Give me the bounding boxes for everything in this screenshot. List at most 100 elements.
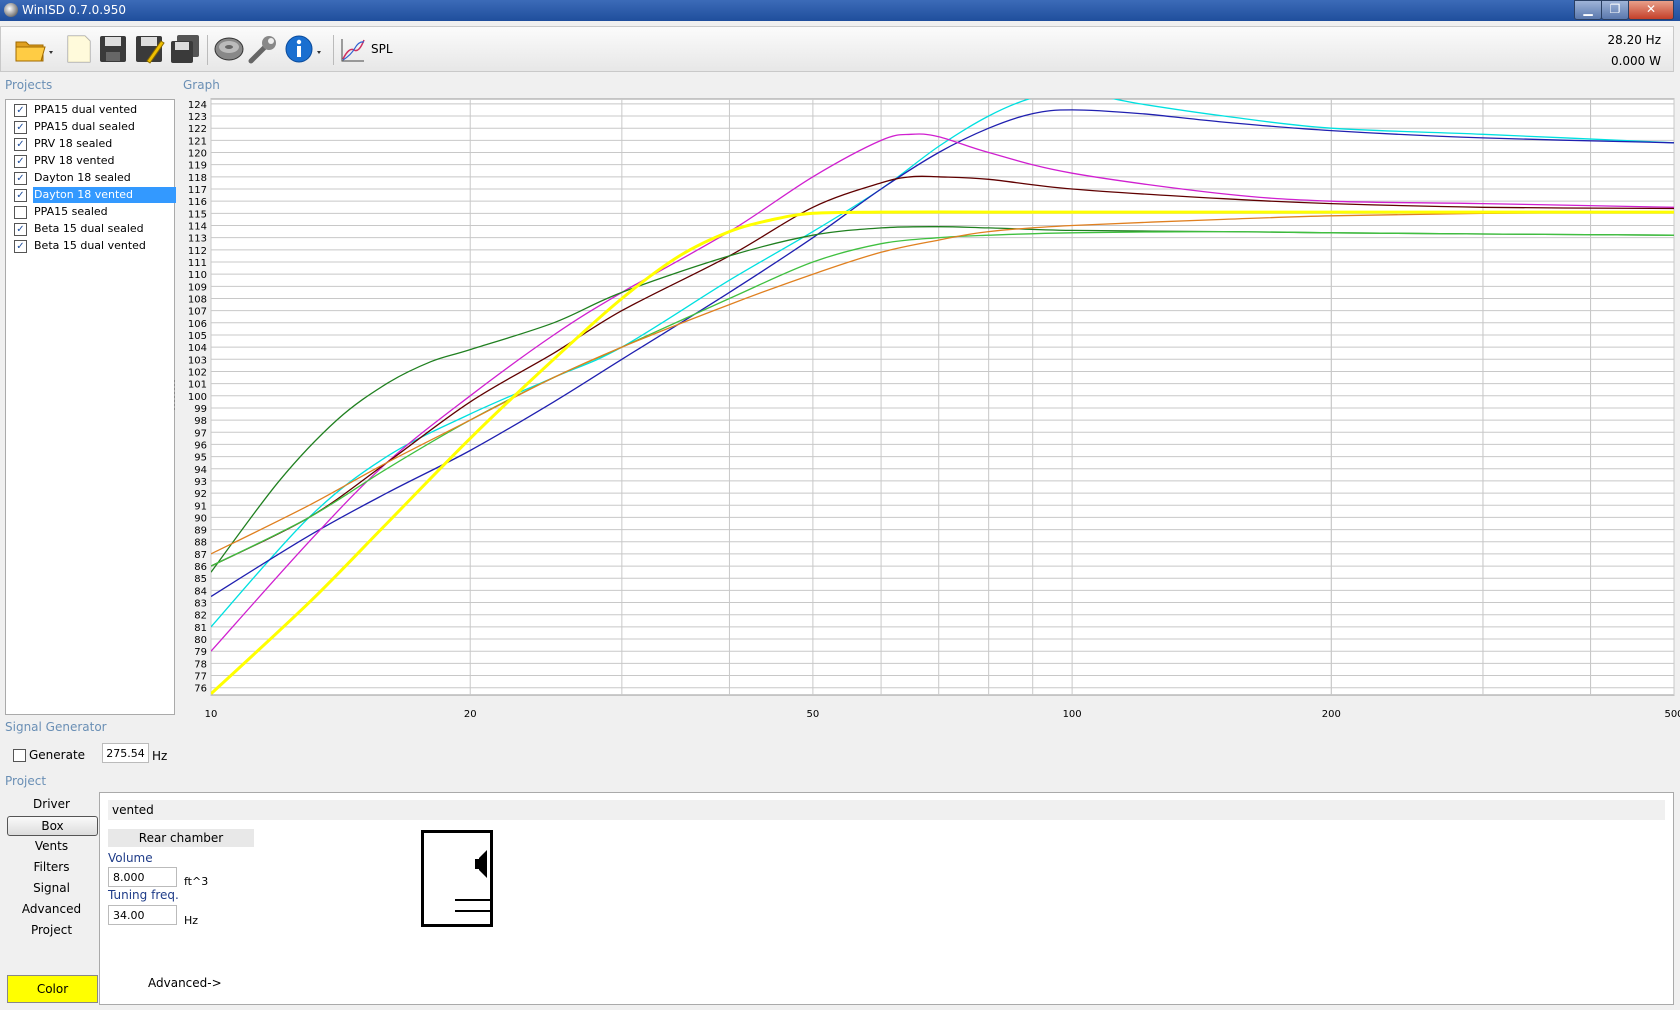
project-checkbox[interactable]: ✓ xyxy=(14,138,27,151)
project-checkbox[interactable] xyxy=(14,206,27,219)
project-checkbox[interactable]: ✓ xyxy=(14,172,27,185)
volume-input[interactable]: 8.000 xyxy=(108,867,177,887)
project-name: Dayton 18 vented xyxy=(33,187,176,203)
box-type-dropdown[interactable]: vented xyxy=(108,800,1665,820)
project-name: Dayton 18 sealed xyxy=(34,171,131,184)
open-folder-icon[interactable] xyxy=(13,33,57,65)
signal-frequency-input[interactable]: 275.54 xyxy=(102,743,149,763)
y-tick-label: 117 xyxy=(188,185,207,196)
y-tick-label: 102 xyxy=(188,367,207,378)
splitter-grip xyxy=(174,408,175,410)
y-tick-label: 122 xyxy=(188,124,207,135)
y-tick-label: 121 xyxy=(188,136,207,147)
project-checkbox[interactable]: ✓ xyxy=(14,240,27,253)
project-checkbox[interactable]: ✓ xyxy=(14,223,27,236)
new-project-icon[interactable] xyxy=(63,33,95,65)
nav-project[interactable]: Project xyxy=(7,921,96,939)
nav-vents[interactable]: Vents xyxy=(7,837,96,855)
project-section-label: Project xyxy=(5,774,47,788)
tuning-freq-unit: Hz xyxy=(184,914,199,927)
driver-speaker-icon[interactable] xyxy=(213,33,245,65)
y-tick-label: 89 xyxy=(194,526,207,537)
minimize-button[interactable]: ▁ xyxy=(1574,0,1602,20)
project-item-selected[interactable]: ✓ Dayton 18 vented xyxy=(10,187,176,203)
power-readout: 0.000 W xyxy=(1610,54,1661,68)
y-tick-label: 83 xyxy=(194,599,207,610)
restore-button[interactable]: ❐ xyxy=(1601,0,1629,20)
save-icon[interactable] xyxy=(97,33,129,65)
y-tick-label: 80 xyxy=(194,635,207,646)
save-as-icon[interactable] xyxy=(133,33,165,65)
y-tick-label: 76 xyxy=(194,684,207,695)
wrench-icon[interactable] xyxy=(247,33,279,65)
y-tick-label: 110 xyxy=(188,270,207,281)
nav-filters[interactable]: Filters xyxy=(7,858,96,876)
tuning-freq-input[interactable]: 34.00 xyxy=(108,905,177,925)
toolbar-separator xyxy=(333,35,334,65)
volume-unit: ft^3 xyxy=(184,875,209,888)
projects-section-label: Projects xyxy=(5,78,53,92)
y-tick-label: 77 xyxy=(194,672,207,683)
plot-area xyxy=(210,98,1675,696)
generate-checkbox[interactable] xyxy=(13,749,26,762)
spl-graph[interactable]: 7677 787980818283 848586878889 909192939495… xyxy=(172,90,1680,776)
x-tick-label: 100 xyxy=(1063,709,1082,720)
nav-signal[interactable]: Signal xyxy=(7,879,96,897)
y-tick-label: 115 xyxy=(188,209,207,220)
project-item[interactable]: ✓ PRV 18 vented xyxy=(10,153,170,169)
y-tick-label: 104 xyxy=(188,343,207,354)
toolbar-separator xyxy=(207,35,208,65)
save-all-icon[interactable] xyxy=(169,33,201,65)
splitter-grip xyxy=(174,384,175,386)
volume-label: Volume xyxy=(108,851,153,865)
y-tick-label: 91 xyxy=(194,501,207,512)
y-tick-label: 97 xyxy=(194,428,207,439)
y-tick-label: 119 xyxy=(188,161,207,172)
y-tick-label: 93 xyxy=(194,477,207,488)
projects-list: ✓ PPA15 dual vented ✓ PPA15 dual sealed … xyxy=(5,99,176,715)
project-name: PPA15 sealed xyxy=(34,205,108,218)
color-button[interactable]: Color xyxy=(7,975,98,1003)
x-tick-label: 20 xyxy=(464,709,477,720)
splitter-grip xyxy=(174,396,175,398)
project-name: PPA15 dual sealed xyxy=(34,120,135,133)
project-item[interactable]: ✓ PPA15 dual sealed xyxy=(10,119,170,135)
y-tick-label: 88 xyxy=(194,538,207,549)
project-item[interactable]: ✓ PPA15 dual vented xyxy=(10,102,170,118)
y-tick-label: 105 xyxy=(188,331,207,342)
x-tick-label: 10 xyxy=(205,709,218,720)
box-diagram-icon xyxy=(421,830,493,927)
y-tick-label: 116 xyxy=(188,197,207,208)
y-tick-label: 79 xyxy=(194,647,207,658)
project-item[interactable]: ✓ Dayton 18 sealed xyxy=(10,170,170,186)
project-item[interactable]: ✓ Beta 15 dual vented xyxy=(10,238,170,254)
x-tick-label: 500 xyxy=(1664,709,1680,720)
signal-frequency-unit: Hz xyxy=(152,749,168,763)
project-item[interactable]: ✓ PRV 18 sealed xyxy=(10,136,170,152)
close-button[interactable]: ✕ xyxy=(1628,0,1674,20)
project-checkbox[interactable]: ✓ xyxy=(14,155,27,168)
info-icon[interactable] xyxy=(283,33,327,65)
advanced-link[interactable]: Advanced-> xyxy=(148,976,222,990)
y-tick-label: 123 xyxy=(188,112,207,123)
y-tick-label: 107 xyxy=(188,307,207,318)
nav-box[interactable]: Box xyxy=(7,816,98,836)
project-name: PRV 18 vented xyxy=(34,154,115,167)
toolbar: SPL 28.20 Hz 0.000 W xyxy=(0,26,1674,72)
nav-driver[interactable]: Driver xyxy=(7,795,96,813)
y-tick-label: 99 xyxy=(194,404,207,415)
project-checkbox[interactable]: ✓ xyxy=(14,189,27,202)
project-checkbox[interactable]: ✓ xyxy=(14,104,27,117)
y-tick-label: 96 xyxy=(194,440,207,451)
project-checkbox[interactable]: ✓ xyxy=(14,121,27,134)
y-tick-label: 78 xyxy=(194,659,207,670)
y-tick-label: 111 xyxy=(188,258,207,269)
nav-advanced[interactable]: Advanced xyxy=(7,900,96,918)
y-tick-label: 109 xyxy=(188,282,207,293)
project-item[interactable]: PPA15 sealed xyxy=(10,204,170,220)
generate-label: Generate xyxy=(29,748,86,762)
project-item[interactable]: ✓ Beta 15 dual sealed xyxy=(10,221,170,237)
spl-graph-icon[interactable] xyxy=(339,33,367,65)
splitter-grip xyxy=(174,380,175,382)
spl-label[interactable]: SPL xyxy=(371,42,393,56)
